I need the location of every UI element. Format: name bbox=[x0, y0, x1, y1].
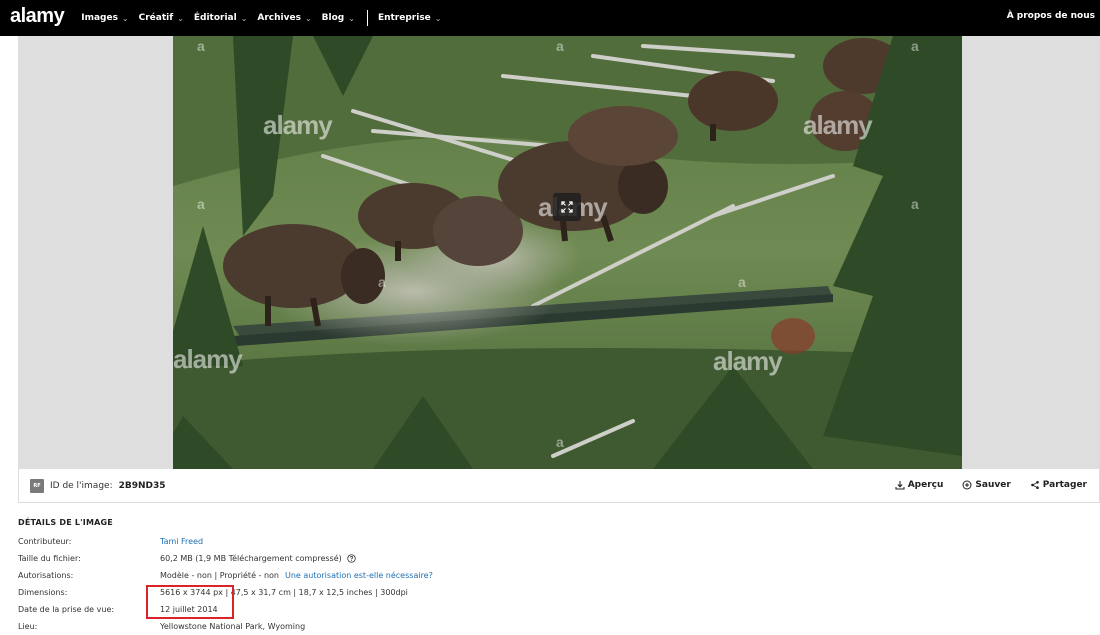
nav-label: Entreprise bbox=[377, 13, 431, 23]
nav-label: Créatif bbox=[138, 13, 174, 23]
image-id-label: ID de l'image: bbox=[50, 480, 113, 491]
main-photo[interactable]: alamy alamy alamy alamy alamy a a a a a … bbox=[173, 36, 962, 469]
chevron-down-icon: ⌄ bbox=[304, 13, 312, 23]
nav-label: Images bbox=[81, 13, 118, 23]
detail-row-permissions: Autorisations: Modèle - non | Propriété … bbox=[18, 567, 718, 584]
watermark-mark: a bbox=[556, 434, 564, 450]
preview-label: Aperçu bbox=[907, 480, 944, 490]
watermark-mark: a bbox=[738, 274, 746, 290]
nav-item-editorial[interactable]: Éditorial ⌄ bbox=[194, 13, 248, 23]
share-button[interactable]: Partager bbox=[1030, 480, 1087, 490]
nav-item-blog[interactable]: Blog ⌄ bbox=[322, 13, 355, 23]
preview-button[interactable]: Aperçu bbox=[895, 480, 944, 490]
nav-label: Éditorial bbox=[193, 13, 237, 23]
chevron-down-icon: ⌄ bbox=[348, 13, 355, 23]
detail-value: 60,2 MB (1,9 MB Téléchargement compressé… bbox=[160, 554, 356, 563]
detail-label: Date de la prise de vue: bbox=[18, 605, 115, 614]
expand-icon bbox=[561, 201, 573, 213]
nav-item-creatif[interactable]: Créatif ⌄ bbox=[139, 13, 184, 23]
watermark-mark: a bbox=[911, 38, 919, 54]
watermark: alamy bbox=[173, 344, 243, 374]
download-icon bbox=[895, 481, 905, 490]
image-actions: Aperçu Sauver Partager bbox=[876, 480, 1087, 490]
main-nav: Images ⌄ Créatif ⌄ Éditorial ⌄ Archives ⌄ Bl… bbox=[81, 10, 451, 26]
top-nav: alamy Images ⌄ Créatif ⌄ Éditorial ⌄ Archiv… bbox=[0, 0, 1100, 36]
permission-needed-link[interactable]: Une autorisation est-elle nécessaire? bbox=[285, 571, 433, 580]
nav-about-link[interactable]: À propos de nous bbox=[1007, 11, 1095, 21]
nav-item-entreprise[interactable]: Entreprise ⌄ bbox=[378, 13, 442, 23]
image-id-bar: RF ID de l'image: 2B9ND35 Aperçu Sauver … bbox=[18, 469, 1100, 503]
nav-item-archives[interactable]: Archives ⌄ bbox=[257, 13, 311, 23]
image-id-value: 2B9ND35 bbox=[118, 480, 166, 491]
nav-item-images[interactable]: Images ⌄ bbox=[81, 13, 128, 23]
plus-circle-icon bbox=[962, 480, 972, 490]
detail-label: Autorisations: bbox=[18, 571, 74, 580]
watermark-mark: a bbox=[911, 196, 919, 212]
detail-label: Taille du fichier: bbox=[18, 554, 81, 563]
share-icon bbox=[1030, 481, 1039, 489]
detail-row-dimensions: Dimensions: 5616 x 3744 px | 47,5 x 31,7… bbox=[18, 584, 718, 601]
watermark-mark: a bbox=[197, 38, 205, 54]
photo-illustration bbox=[173, 36, 962, 469]
image-details: DÉTAILS DE L'IMAGE Contributeur: Tami Fr… bbox=[18, 518, 718, 635]
detail-row-location: Lieu: Yellowstone National Park, Wyoming bbox=[18, 618, 718, 635]
chevron-down-icon: ⌄ bbox=[434, 13, 442, 23]
watermark: alamy bbox=[263, 110, 333, 140]
contributor-link[interactable]: Tami Freed bbox=[160, 537, 203, 546]
expand-image-button[interactable] bbox=[553, 193, 581, 221]
save-button[interactable]: Sauver bbox=[962, 480, 1011, 490]
save-label: Sauver bbox=[975, 480, 1011, 490]
watermark: alamy bbox=[713, 346, 783, 376]
detail-label: Contributeur: bbox=[18, 537, 72, 546]
watermark-mark: a bbox=[378, 274, 386, 290]
watermark-mark: a bbox=[556, 38, 564, 54]
chevron-down-icon: ⌄ bbox=[121, 13, 129, 23]
detail-row-date: Date de la prise de vue: 12 juillet 2014 bbox=[18, 601, 718, 618]
detail-label: Dimensions: bbox=[18, 588, 68, 597]
nav-label: Archives bbox=[257, 13, 301, 23]
watermark: alamy bbox=[803, 110, 873, 140]
chevron-down-icon: ⌄ bbox=[240, 13, 248, 23]
nav-label: Blog bbox=[321, 13, 345, 23]
permissions-value: Modèle - non | Propriété - non bbox=[160, 571, 279, 580]
help-icon[interactable] bbox=[347, 554, 356, 563]
detail-row-filesize: Taille du fichier: 60,2 MB (1,9 MB Téléc… bbox=[18, 550, 718, 567]
detail-value: Modèle - non | Propriété - non Une autor… bbox=[160, 571, 433, 580]
filesize-value: 60,2 MB (1,9 MB Téléchargement compressé… bbox=[160, 554, 342, 563]
chevron-down-icon: ⌄ bbox=[177, 13, 184, 23]
watermark-mark: a bbox=[197, 196, 205, 212]
rf-badge: RF bbox=[30, 478, 44, 493]
highlight-annotation-box bbox=[146, 585, 234, 619]
location-value: Yellowstone National Park, Wyoming bbox=[160, 622, 306, 631]
nav-divider bbox=[366, 10, 368, 26]
alamy-logo[interactable]: alamy bbox=[10, 5, 65, 28]
image-viewer: alamy alamy alamy alamy alamy a a a a a … bbox=[18, 36, 1100, 469]
detail-label: Lieu: bbox=[18, 622, 38, 631]
details-title: DÉTAILS DE L'IMAGE bbox=[18, 518, 113, 527]
detail-row-contributor: Contributeur: Tami Freed bbox=[18, 533, 718, 550]
share-label: Partager bbox=[1042, 480, 1087, 490]
